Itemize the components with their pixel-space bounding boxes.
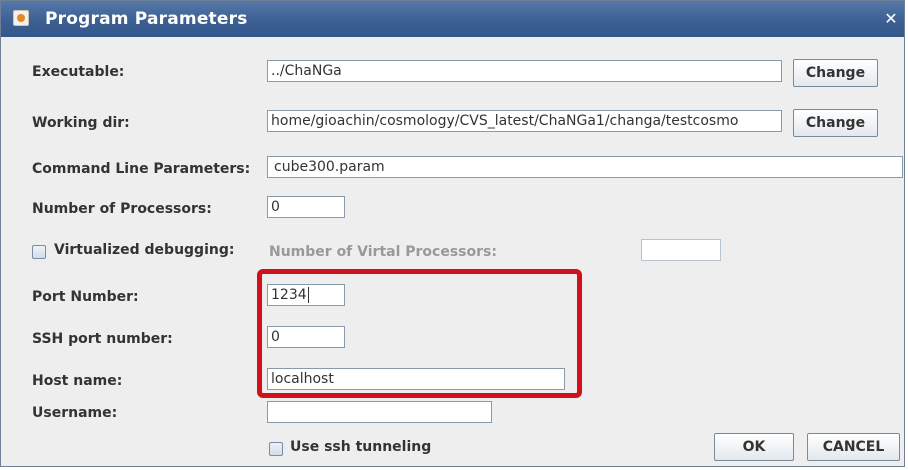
java-cup-icon <box>13 10 29 26</box>
command-line-field[interactable]: cube300.param <box>267 156 903 178</box>
port-number-label: Port Number: <box>32 289 139 305</box>
working-dir-label: Working dir: <box>32 115 130 131</box>
working-dir-field[interactable]: home/gioachin/cosmology/CVS_latest/ChaNG… <box>267 110 782 132</box>
executable-change-button[interactable]: Change <box>793 59 878 87</box>
executable-label: Executable: <box>32 64 125 80</box>
ssh-tunneling-label: Use ssh tunneling <box>290 439 432 455</box>
username-label: Username: <box>32 405 118 421</box>
red-highlight-annotation <box>257 269 582 398</box>
close-icon[interactable]: ✕ <box>883 11 899 27</box>
virtualized-debugging-label: Virtualized debugging: <box>54 242 235 258</box>
cancel-button[interactable]: CANCEL <box>807 433 900 461</box>
working-dir-change-button[interactable]: Change <box>793 109 878 137</box>
title-bar[interactable]: Program Parameters ✕ <box>1 1 904 37</box>
virtualized-debugging-checkbox[interactable] <box>32 245 46 259</box>
virtual-processors-field[interactable] <box>641 239 721 261</box>
processors-field[interactable]: 0 <box>267 196 345 218</box>
ssh-tunneling-checkbox[interactable] <box>269 442 283 456</box>
window-title: Program Parameters <box>45 9 248 29</box>
command-line-label: Command Line Parameters: <box>32 161 251 177</box>
virtual-processors-label: Number of Virtal Processors: <box>269 244 497 260</box>
username-field[interactable] <box>267 401 492 423</box>
program-parameters-dialog: Program Parameters ✕ Executable: ../ChaN… <box>0 0 905 467</box>
host-name-label: Host name: <box>32 373 123 389</box>
executable-field[interactable]: ../ChaNGa <box>267 60 782 82</box>
processors-label: Number of Processors: <box>32 201 212 217</box>
ssh-port-label: SSH port number: <box>32 331 173 347</box>
ok-button[interactable]: OK <box>714 433 794 461</box>
